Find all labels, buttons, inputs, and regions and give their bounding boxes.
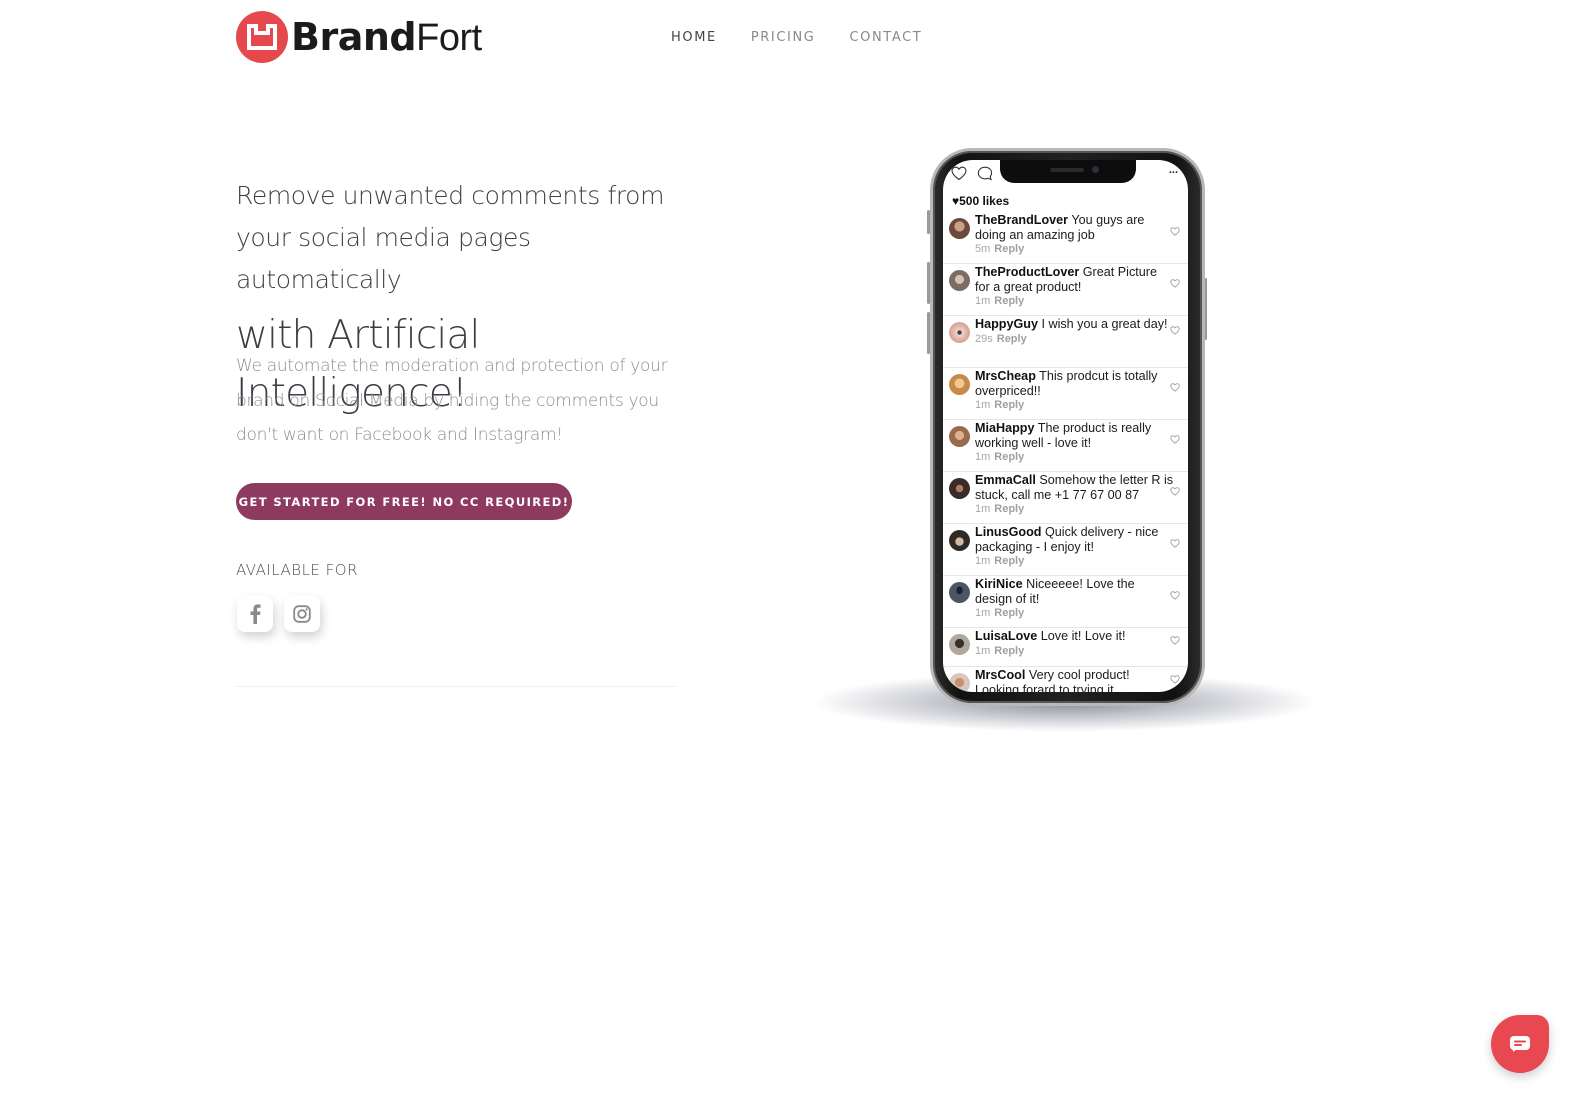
- get-started-button[interactable]: GET STARTED FOR FREE! NO CC REQUIRED!: [236, 483, 572, 520]
- comment-username[interactable]: TheBrandLover: [975, 213, 1068, 227]
- heart-outline-icon[interactable]: [951, 166, 967, 181]
- comment-item: MrsCool Very cool product! Looking forar…: [943, 667, 1188, 692]
- reply-link[interactable]: Reply: [994, 645, 1024, 657]
- chat-widget-button[interactable]: [1491, 1015, 1549, 1073]
- avatar[interactable]: [949, 478, 970, 499]
- comment-item: MrsCheap This prodcut is totally overpri…: [943, 368, 1188, 420]
- facebook-button[interactable]: [237, 596, 273, 632]
- main-nav: HOME PRICING CONTACT: [671, 30, 956, 45]
- available-for-label: AVAILABLE FOR: [236, 561, 359, 579]
- comment-time: 1m: [975, 555, 991, 567]
- nav-contact[interactable]: CONTACT: [849, 30, 922, 45]
- brand-name: BrandFort: [291, 18, 482, 57]
- heart-outline-icon[interactable]: [1170, 636, 1180, 645]
- post-actions: [951, 166, 993, 181]
- comment-username[interactable]: MrsCheap: [975, 369, 1036, 383]
- facebook-icon: [250, 604, 261, 624]
- comment-time: 29s: [975, 332, 993, 345]
- comment-username[interactable]: LinusGood: [975, 525, 1041, 539]
- avatar[interactable]: [949, 218, 970, 239]
- comment-username[interactable]: MiaHappy: [975, 421, 1034, 435]
- reply-link[interactable]: Reply: [994, 243, 1024, 255]
- heart-outline-icon[interactable]: [1170, 383, 1180, 392]
- avatar[interactable]: [949, 634, 970, 655]
- likes-label: 500 likes: [959, 194, 1010, 208]
- heart-outline-icon[interactable]: [1170, 227, 1180, 236]
- comment-item: KiriNice Niceeeee! Love the design of it…: [943, 576, 1188, 628]
- reply-link[interactable]: Reply: [994, 555, 1024, 567]
- comment-item: TheProductLover Great Picture for a grea…: [943, 264, 1188, 316]
- reply-link[interactable]: Reply: [997, 333, 1027, 345]
- phone-speaker: [1050, 168, 1084, 172]
- reply-link[interactable]: Reply: [994, 503, 1024, 515]
- chat-icon: [1510, 1036, 1530, 1052]
- reply-link[interactable]: Reply: [994, 295, 1024, 307]
- comment-item: HappyGuy I wish you a great day! 29s Repl…: [943, 316, 1188, 368]
- comment-time: 1m: [975, 503, 991, 515]
- brand-name-bold: Brand: [291, 14, 417, 59]
- reply-link[interactable]: Reply: [994, 607, 1024, 619]
- brand-logo[interactable]: BrandFort: [236, 11, 482, 63]
- comment-username[interactable]: LuisaLove: [975, 629, 1037, 643]
- avatar[interactable]: [949, 374, 970, 395]
- avatar[interactable]: [949, 426, 970, 447]
- brand-name-light: Fort: [416, 16, 482, 59]
- comment-text: I wish you a great day!: [1041, 317, 1168, 331]
- phone-notch: [1000, 160, 1136, 183]
- heart-outline-icon[interactable]: [1170, 591, 1180, 600]
- comment-username[interactable]: KiriNice: [975, 577, 1023, 591]
- comment-username[interactable]: MrsCool: [975, 668, 1025, 682]
- comment-item: TheBrandLover You guys are doing an amaz…: [943, 212, 1188, 264]
- logo-mark-icon: [236, 11, 288, 63]
- hero-description: We automate the moderation and protectio…: [236, 356, 668, 445]
- more-options-icon[interactable]: ...: [1169, 164, 1178, 176]
- comment-item: MiaHappy The product is really working w…: [943, 420, 1188, 472]
- comment-text: Love it! Love it!: [1040, 629, 1126, 643]
- nav-home[interactable]: HOME: [671, 30, 717, 45]
- comment-username[interactable]: HappyGuy: [975, 317, 1038, 331]
- avatar[interactable]: [949, 530, 970, 551]
- comment-time: 1m: [975, 399, 991, 411]
- comment-time: 1m: [975, 644, 991, 657]
- reply-link[interactable]: Reply: [994, 451, 1024, 463]
- heart-outline-icon[interactable]: [1170, 539, 1180, 548]
- avatar[interactable]: [949, 322, 970, 343]
- heart-outline-icon[interactable]: [1170, 487, 1180, 496]
- avatar[interactable]: [949, 582, 970, 603]
- nav-pricing[interactable]: PRICING: [751, 30, 816, 45]
- instagram-icon: [293, 605, 311, 623]
- headline-line-2: your social media pages automatically: [236, 223, 531, 294]
- section-divider: [236, 686, 676, 687]
- platform-list: [237, 596, 320, 632]
- comment-username[interactable]: TheProductLover: [975, 265, 1079, 279]
- comment-time: 1m: [975, 451, 991, 463]
- headline-line-1: Remove unwanted comments from: [236, 181, 665, 210]
- comment-bubble-icon[interactable]: [977, 166, 993, 181]
- comment-list: TheBrandLover You guys are doing an amaz…: [943, 212, 1188, 692]
- comment-time: 5m: [975, 243, 991, 255]
- instagram-button[interactable]: [284, 596, 320, 632]
- comment-time: 1m: [975, 295, 991, 307]
- heart-outline-icon[interactable]: [1170, 279, 1180, 288]
- avatar[interactable]: [949, 270, 970, 291]
- phone-camera: [1092, 166, 1099, 173]
- comment-item: EmmaCall Somehow the letter R is stuck, …: [943, 472, 1188, 524]
- likes-count: ♥500 likes: [952, 194, 1009, 208]
- avatar[interactable]: [949, 673, 970, 692]
- comment-time: 1m: [975, 607, 991, 619]
- heart-outline-icon[interactable]: [1170, 326, 1180, 335]
- phone-screen: ... ♥500 likes TheBrandLover You guys ar…: [943, 160, 1188, 692]
- heart-outline-icon[interactable]: [1170, 435, 1180, 444]
- comment-username[interactable]: EmmaCall: [975, 473, 1036, 487]
- heart-outline-icon[interactable]: [1170, 675, 1180, 684]
- comment-item: LuisaLove Love it! Love it! 1m Reply: [943, 628, 1188, 667]
- comment-item: LinusGood Quick delivery - nice packagin…: [943, 524, 1188, 576]
- reply-link[interactable]: Reply: [994, 399, 1024, 411]
